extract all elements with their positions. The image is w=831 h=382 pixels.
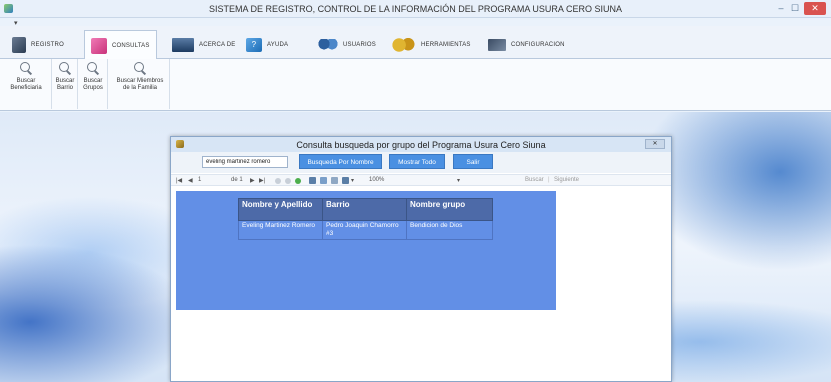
tab-label: REGISTRO [31, 41, 64, 48]
prev-page-button[interactable]: ◀ [188, 177, 193, 184]
consultas-icon [91, 37, 107, 54]
search-icon [86, 61, 100, 75]
buscar-miembros-button[interactable]: Buscar Miembros de la Familia [110, 61, 170, 92]
page-number-input[interactable]: 1 [198, 177, 201, 183]
tab-herramientas[interactable]: HERRAMIENTAS [390, 30, 471, 59]
find-input[interactable]: Buscar [525, 177, 544, 183]
refresh-icon[interactable] [295, 178, 301, 184]
tab-label: HERRAMIENTAS [421, 41, 471, 48]
tab-consultas[interactable]: CONSULTAS [84, 30, 157, 60]
find-next-button[interactable]: Siguiente [554, 177, 579, 183]
minimize-button[interactable]: – [775, 2, 787, 15]
salir-button[interactable]: Salir [453, 154, 493, 169]
first-page-button[interactable]: |◀ [176, 177, 182, 184]
busqueda-por-nombre-button[interactable]: Busqueda Por Nombre [299, 154, 382, 169]
help-icon: ? [246, 37, 262, 52]
button-label: Buscar [55, 78, 75, 84]
button-label: Buscar Miembros [116, 78, 164, 84]
report-viewer: Nombre y Apellido Barrio Nombre grupo Ev… [171, 187, 671, 381]
tab-label: CONSULTAS [112, 42, 150, 49]
gears-icon [390, 36, 416, 53]
consulta-window: Consulta busqueda por grupo del Programa… [170, 136, 672, 382]
ribbon-tabs: REGISTRO CONSULTAS ACERCA DE ? AYUDA USU… [0, 26, 831, 60]
search-icon [58, 61, 72, 75]
page-count: de 1 [231, 177, 243, 183]
toolbar-separator: | [548, 177, 550, 183]
table-header-row: Nombre y Apellido Barrio Nombre grupo [238, 198, 493, 221]
button-label: de la Familia [122, 85, 157, 91]
print-icon[interactable] [309, 177, 316, 184]
table-cell: Bendicion de Dios [406, 220, 493, 240]
back-icon[interactable] [275, 178, 281, 184]
button-label: Buscar [83, 78, 103, 84]
tab-usuarios[interactable]: USUARIOS [318, 30, 376, 59]
button-label: Grupos [83, 85, 103, 91]
ribbon-panel: Buscar Beneficiaria Buscar Barrio Buscar… [0, 59, 831, 111]
tab-registro[interactable]: REGISTRO [12, 30, 64, 59]
next-page-button[interactable]: ▶ [250, 177, 255, 184]
window-title: Consulta busqueda por grupo del Programa… [296, 140, 546, 150]
search-icon [19, 61, 33, 75]
button-label: Buscar [16, 78, 36, 84]
column-header: Nombre grupo [406, 198, 493, 221]
mostrar-todo-button[interactable]: Mostrar Todo [389, 154, 445, 169]
close-button[interactable]: ✕ [804, 2, 826, 15]
app-title: SISTEMA DE REGISTRO, CONTROL DE LA INFOR… [209, 4, 622, 14]
search-toolbar: Busqueda Por Nombre Mostrar Todo Salir [171, 152, 671, 173]
stop-icon[interactable] [285, 178, 291, 184]
button-label: Barrio [56, 85, 73, 91]
zoom-dropdown-icon[interactable]: ▾ [457, 177, 460, 184]
column-header: Barrio [322, 198, 407, 221]
column-header: Nombre y Apellido [238, 198, 323, 221]
zoom-select[interactable]: 100% [369, 177, 384, 183]
buscar-beneficiaria-button[interactable]: Buscar Beneficiaria [2, 61, 50, 92]
tab-label: AYUDA [267, 41, 289, 48]
report-viewer-toolbar: |◀ ◀ 1 de 1 ▶ ▶| ▾ 100% ▾ Buscar | Sigui… [171, 174, 671, 186]
table-cell: Eveling Martinez Romero [238, 220, 323, 240]
report-table: Nombre y Apellido Barrio Nombre grupo Ev… [238, 198, 493, 240]
export-icon[interactable] [342, 177, 349, 184]
last-page-button[interactable]: ▶| [259, 177, 265, 184]
users-icon [318, 38, 338, 51]
page-setup-icon[interactable] [331, 177, 338, 184]
table-cell: Pedro Joaquin Chamorro #3 [322, 220, 407, 240]
button-label: Beneficiaria [10, 85, 42, 91]
print-layout-icon[interactable] [320, 177, 327, 184]
monitor-icon [172, 37, 194, 52]
title-bar: SISTEMA DE REGISTRO, CONTROL DE LA INFOR… [0, 0, 831, 18]
window-title-bar: Consulta busqueda por grupo del Programa… [171, 137, 671, 152]
search-icon [133, 61, 147, 75]
buscar-grupos-button[interactable]: Buscar Grupos [79, 61, 107, 92]
tab-ayuda[interactable]: ? AYUDA [246, 30, 288, 59]
registro-icon [12, 36, 26, 53]
window-close-button[interactable]: ✕ [645, 139, 665, 149]
buscar-barrio-button[interactable]: Buscar Barrio [52, 61, 78, 92]
report-page: Nombre y Apellido Barrio Nombre grupo Ev… [176, 191, 556, 310]
export-dropdown-icon[interactable]: ▾ [351, 177, 354, 184]
tab-acerca-de[interactable]: ACERCA DE [172, 30, 235, 59]
tab-label: ACERCA DE [199, 41, 236, 48]
tab-label: USUARIOS [343, 41, 376, 48]
table-row: Eveling Martinez Romero Pedro Joaquin Ch… [238, 220, 493, 240]
maximize-button[interactable]: ☐ [789, 2, 801, 15]
config-icon [488, 38, 506, 51]
tab-label: CONFIGURACION [511, 41, 565, 48]
tab-configuracion[interactable]: CONFIGURACION [488, 30, 565, 59]
search-input[interactable] [202, 156, 288, 168]
